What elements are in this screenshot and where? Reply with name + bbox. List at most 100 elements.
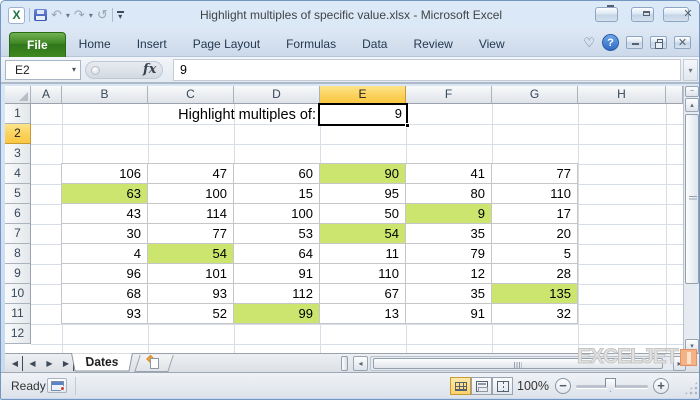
tab-review[interactable]: Review: [400, 32, 465, 57]
row-header-4[interactable]: 4: [5, 164, 31, 184]
redo-icon[interactable]: ↷: [74, 8, 85, 22]
table-cell[interactable]: 68: [62, 284, 148, 304]
row-header-1[interactable]: 1: [5, 104, 31, 124]
table-cell[interactable]: 91: [406, 304, 492, 324]
row-header-9[interactable]: 9: [5, 264, 31, 284]
column-header-D[interactable]: D: [234, 86, 320, 104]
row-header-8[interactable]: 8: [5, 244, 31, 264]
vertical-scrollbar[interactable]: − ▴ ▾: [683, 86, 699, 353]
tab-scrollbar-splitter[interactable]: [341, 356, 348, 371]
insert-worksheet-tab[interactable]: [134, 354, 174, 372]
normal-view-button[interactable]: [450, 377, 471, 395]
table-cell[interactable]: 64: [234, 244, 320, 264]
heart-icon[interactable]: ♡: [583, 35, 595, 51]
cell-label-text[interactable]: Highlight multiples of:: [62, 105, 316, 125]
tab-insert[interactable]: Insert: [124, 32, 180, 57]
table-cell[interactable]: 20: [492, 224, 578, 244]
table-cell[interactable]: 99: [234, 304, 320, 324]
page-layout-view-button[interactable]: [471, 377, 492, 395]
table-cell[interactable]: 79: [406, 244, 492, 264]
zoom-level[interactable]: 100%: [517, 379, 549, 393]
zoom-in-button[interactable]: +: [653, 378, 669, 394]
row-header-5[interactable]: 5: [5, 184, 31, 204]
table-cell[interactable]: 41: [406, 164, 492, 184]
split-handle[interactable]: −: [685, 86, 699, 97]
repeat-icon[interactable]: ↺: [97, 8, 108, 22]
table-cell[interactable]: 17: [492, 204, 578, 224]
table-cell[interactable]: 28: [492, 264, 578, 284]
zoom-out-button[interactable]: −: [555, 378, 571, 394]
row-header-3[interactable]: 3: [5, 144, 31, 164]
table-cell[interactable]: 35: [406, 284, 492, 304]
table-cell[interactable]: 52: [148, 304, 234, 324]
row-header-6[interactable]: 6: [5, 204, 31, 224]
table-cell[interactable]: 93: [62, 304, 148, 324]
table-cell[interactable]: 54: [320, 224, 406, 244]
tab-file[interactable]: File: [9, 32, 66, 57]
table-cell[interactable]: 135: [492, 284, 578, 304]
minimize-button[interactable]: [595, 5, 618, 22]
macro-record-icon[interactable]: [47, 378, 67, 393]
table-cell[interactable]: 100: [234, 204, 320, 224]
name-box[interactable]: E2 ▾: [5, 60, 81, 80]
sheet-tab-dates[interactable]: Dates: [71, 353, 133, 372]
table-cell[interactable]: 77: [492, 164, 578, 184]
scroll-left-icon[interactable]: ◂: [353, 356, 368, 371]
row-header-7[interactable]: 7: [5, 224, 31, 244]
table-cell[interactable]: 13: [320, 304, 406, 324]
row-header-12[interactable]: 12: [5, 324, 31, 344]
table-cell[interactable]: 80: [406, 184, 492, 204]
first-sheet-icon[interactable]: ◀: [8, 356, 23, 371]
table-cell[interactable]: 35: [406, 224, 492, 244]
table-cell[interactable]: 101: [148, 264, 234, 284]
scroll-up-icon[interactable]: ▴: [685, 98, 699, 112]
column-header-B[interactable]: B: [62, 86, 148, 104]
table-cell[interactable]: 11: [320, 244, 406, 264]
name-box-dropdown-icon[interactable]: ▾: [72, 61, 76, 79]
table-cell[interactable]: 106: [62, 164, 148, 184]
table-cell[interactable]: 30: [62, 224, 148, 244]
insert-function-icon[interactable]: fx: [143, 62, 169, 77]
table-cell[interactable]: 95: [320, 184, 406, 204]
table-cell[interactable]: 96: [62, 264, 148, 284]
title-bar[interactable]: X ↶ ▾ ↷ ▾ ↺ ▾ Highlight multiples of spe…: [1, 1, 699, 29]
table-cell[interactable]: 114: [148, 204, 234, 224]
worksheet-grid[interactable]: ABCDEFGH 1 2 3 4 5 6 7 8 9 10 11 12 Highlight multi…: [5, 86, 699, 353]
undo-dropdown-icon[interactable]: ▾: [66, 11, 70, 20]
save-icon[interactable]: [34, 9, 47, 21]
column-header-partial[interactable]: [666, 86, 683, 104]
close-button[interactable]: ✕: [663, 7, 693, 22]
row-header-10[interactable]: 10: [5, 284, 31, 304]
column-header-H[interactable]: H: [578, 86, 666, 104]
table-cell[interactable]: 5: [492, 244, 578, 264]
column-header-F[interactable]: F: [406, 86, 492, 104]
table-cell[interactable]: 91: [234, 264, 320, 284]
table-cell[interactable]: 43: [62, 204, 148, 224]
vertical-scrollbar-thumb[interactable]: [685, 114, 699, 284]
row-header-11[interactable]: 11: [5, 304, 31, 324]
tab-home[interactable]: Home: [66, 32, 124, 57]
help-icon[interactable]: ?: [602, 34, 619, 51]
table-cell[interactable]: 32: [492, 304, 578, 324]
table-cell[interactable]: 54: [148, 244, 234, 264]
row-header-2[interactable]: 2: [5, 124, 31, 144]
column-header-C[interactable]: C: [148, 86, 234, 104]
column-header-A[interactable]: A: [31, 86, 62, 104]
table-cell[interactable]: 60: [234, 164, 320, 184]
ribbon-minimize-button[interactable]: [626, 36, 643, 49]
customize-qat-icon[interactable]: ▾: [116, 11, 124, 20]
table-cell[interactable]: 4: [62, 244, 148, 264]
table-cell[interactable]: 100: [148, 184, 234, 204]
resize-grip[interactable]: [684, 381, 698, 395]
column-header-E[interactable]: E: [320, 86, 406, 104]
table-cell[interactable]: 77: [148, 224, 234, 244]
zoom-slider-thumb[interactable]: [605, 378, 616, 392]
column-header-G[interactable]: G: [492, 86, 578, 104]
table-cell[interactable]: 110: [320, 264, 406, 284]
undo-icon[interactable]: ↶: [51, 8, 62, 22]
next-sheet-icon[interactable]: ▶: [42, 356, 57, 371]
table-cell[interactable]: 63: [62, 184, 148, 204]
table-cell[interactable]: 93: [148, 284, 234, 304]
restore-button[interactable]: [631, 7, 654, 22]
table-cell[interactable]: 47: [148, 164, 234, 184]
